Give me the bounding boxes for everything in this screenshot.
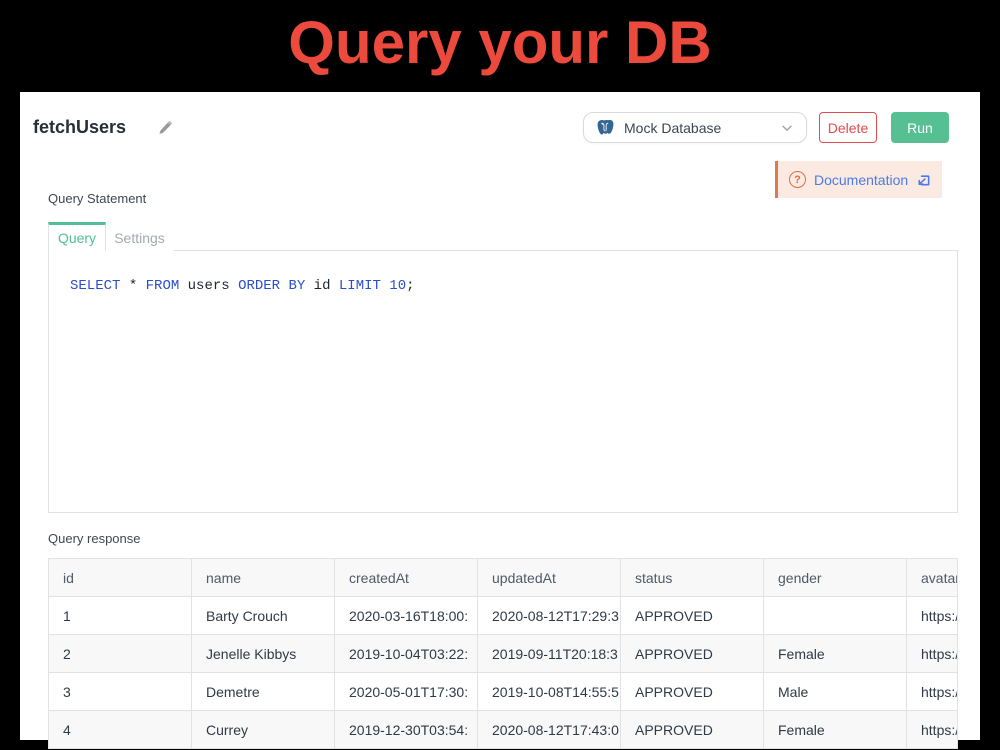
sql-token: SELECT	[70, 278, 120, 294]
table-cell: 2020-03-16T18:00:	[335, 597, 478, 635]
column-header-gender: gender	[764, 559, 907, 597]
table-cell: 2019-12-30T03:54:	[335, 711, 478, 749]
delete-button[interactable]: Delete	[819, 112, 877, 143]
table-cell: Female	[764, 711, 907, 749]
table-cell: 2019-10-04T03:22:	[335, 635, 478, 673]
datasource-selected-value: Mock Database	[624, 120, 771, 136]
postgresql-icon	[596, 118, 615, 137]
table-cell: APPROVED	[621, 711, 764, 749]
table-cell: Male	[764, 673, 907, 711]
table-cell: Female	[764, 635, 907, 673]
table-cell: 2019-10-08T14:55:5	[478, 673, 621, 711]
sql-token: users	[179, 278, 238, 294]
table-row: 4Currey2019-12-30T03:54:2020-08-12T17:43…	[49, 711, 958, 749]
column-header-status: status	[621, 559, 764, 597]
documentation-link[interactable]: Documentation	[814, 172, 908, 188]
table-row: 3Demetre2020-05-01T17:30:2019-10-08T14:5…	[49, 673, 958, 711]
table-cell: 2020-08-12T17:29:3	[478, 597, 621, 635]
table-cell: APPROVED	[621, 673, 764, 711]
query-statement-label: Query Statement	[48, 191, 146, 206]
query-name-title: fetchUsers	[33, 117, 126, 138]
column-header-avatar: avatar	[907, 559, 958, 597]
slide-title: Query your DB	[0, 8, 1000, 77]
sql-token: ORDER BY	[238, 278, 305, 294]
table-cell: 2	[49, 635, 192, 673]
table-cell: Currey	[192, 711, 335, 749]
tab-query[interactable]: Query	[48, 222, 106, 251]
chevron-down-icon	[780, 121, 794, 135]
table-row: 2Jenelle Kibbys2019-10-04T03:22:2019-09-…	[49, 635, 958, 673]
table-cell: APPROVED	[621, 597, 764, 635]
table-cell: 3	[49, 673, 192, 711]
question-circle-icon: ?	[789, 171, 806, 188]
sql-token: id	[305, 278, 339, 294]
tab-settings[interactable]: Settings	[106, 222, 173, 251]
table-cell: 2020-05-01T17:30:	[335, 673, 478, 711]
table-row: 1Barty Crouch2020-03-16T18:00:2020-08-12…	[49, 597, 958, 635]
column-header-updatedAt: updatedAt	[478, 559, 621, 597]
table-cell: Demetre	[192, 673, 335, 711]
table-cell: 4	[49, 711, 192, 749]
query-response-label: Query response	[48, 531, 141, 546]
sql-token: FROM	[146, 278, 180, 294]
sql-token: LIMIT	[339, 278, 381, 294]
table-cell: 2019-09-11T20:18:3	[478, 635, 621, 673]
sql-token: 10	[381, 278, 406, 294]
sql-code-line[interactable]: SELECT * FROM users ORDER BY id LIMIT 10…	[70, 278, 415, 294]
sql-token: *	[120, 278, 145, 294]
documentation-banner[interactable]: ? Documentation	[775, 161, 942, 198]
table-cell: https://	[907, 673, 958, 711]
table-cell: APPROVED	[621, 635, 764, 673]
column-header-id: id	[49, 559, 192, 597]
table-cell: https://	[907, 635, 958, 673]
table-cell: Jenelle Kibbys	[192, 635, 335, 673]
column-header-createdAt: createdAt	[335, 559, 478, 597]
run-button[interactable]: Run	[891, 112, 949, 143]
table-cell: 1	[49, 597, 192, 635]
table-cell: https://	[907, 597, 958, 635]
column-header-name: name	[192, 559, 335, 597]
pencil-icon[interactable]	[156, 119, 174, 137]
table-header-row: idnamecreatedAtupdatedAtstatusgenderavat…	[49, 559, 958, 597]
sql-token: ;	[406, 278, 414, 294]
datasource-select[interactable]: Mock Database	[583, 112, 807, 143]
table-cell: 2020-08-12T17:43:0	[478, 711, 621, 749]
table-cell	[764, 597, 907, 635]
query-response-table: idnamecreatedAtupdatedAtstatusgenderavat…	[48, 558, 958, 749]
table-cell: Barty Crouch	[192, 597, 335, 635]
table-cell: https://	[907, 711, 958, 749]
doc-import-icon	[916, 172, 931, 187]
